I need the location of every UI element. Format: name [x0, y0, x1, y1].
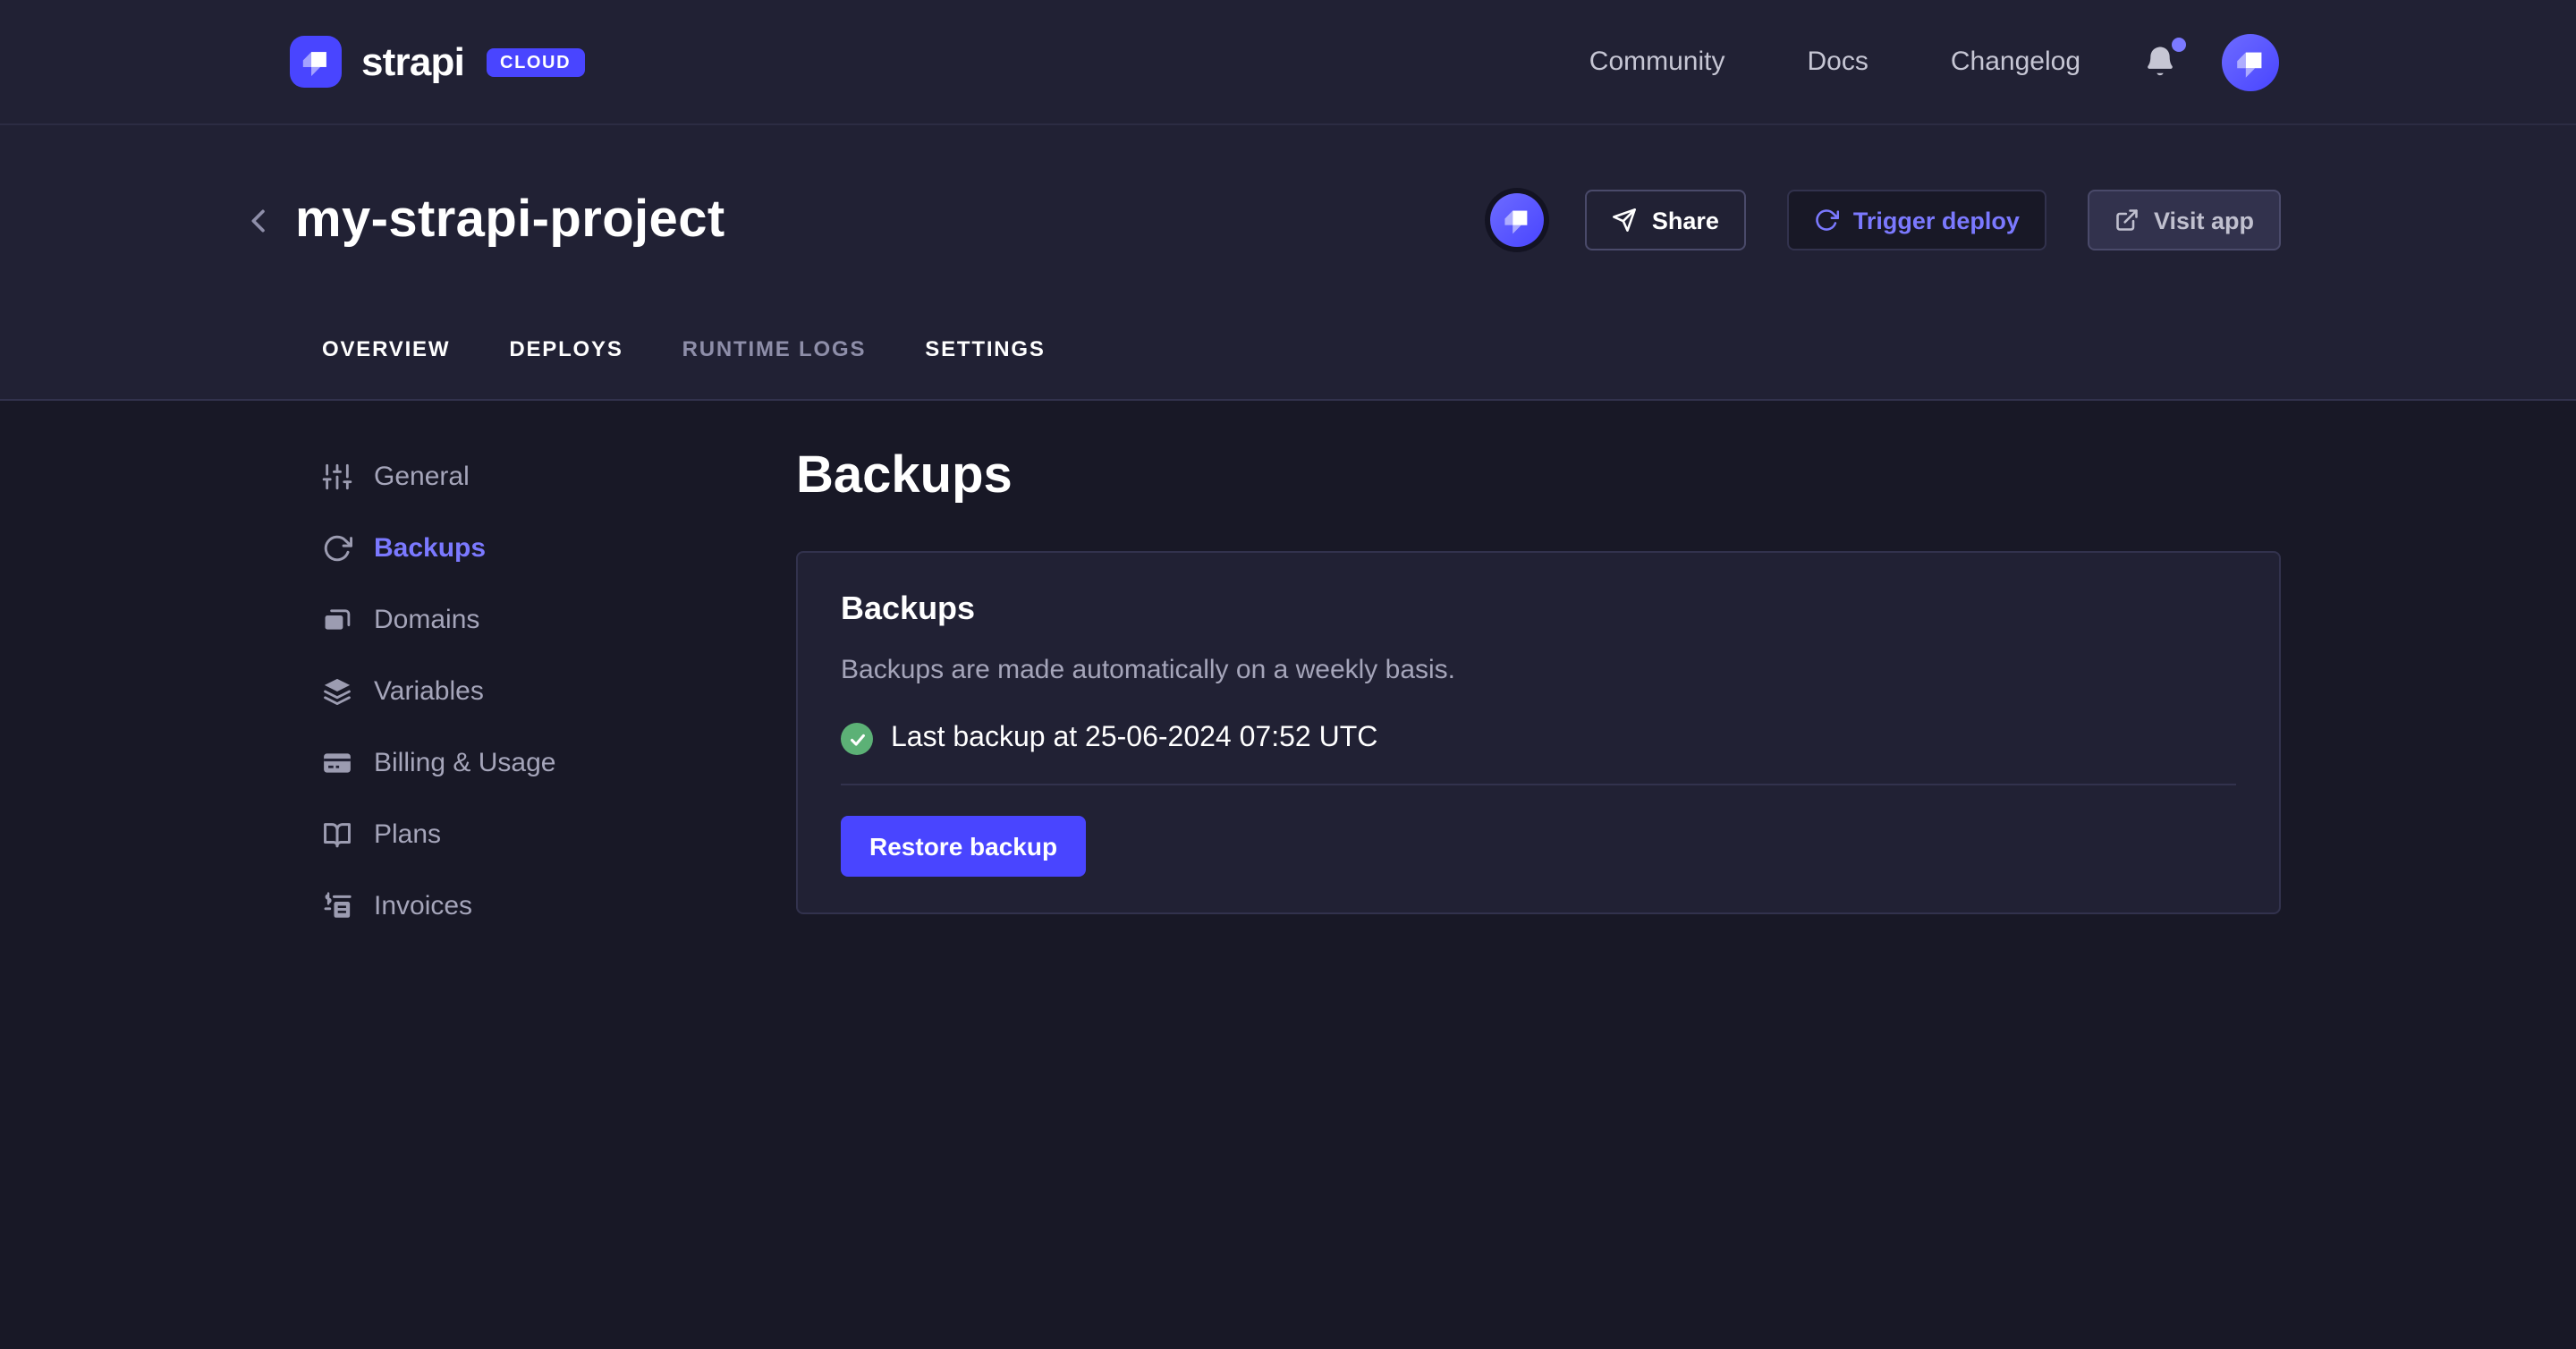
nav-link-changelog[interactable]: Changelog [1951, 47, 2080, 77]
sidebar-item-label: Variables [374, 675, 484, 706]
tab-runtime-logs[interactable]: RUNTIME LOGS [682, 336, 867, 361]
top-nav-links: Community Docs Changelog [1507, 33, 2279, 90]
tab-settings[interactable]: SETTINGS [925, 336, 1045, 361]
strapi-logo-icon [290, 36, 342, 88]
sidebar-item-label: Billing & Usage [374, 747, 555, 777]
project-tabs: OVERVIEW DEPLOYS RUNTIME LOGS SETTINGS [240, 336, 2281, 399]
strapi-project-avatar-icon [1498, 200, 1538, 240]
check-circle-icon [841, 723, 873, 755]
sliders-icon [322, 461, 352, 491]
visit-app-button[interactable]: Visit app [2088, 190, 2281, 250]
external-link-icon [2114, 208, 2140, 233]
last-backup-status: Last backup at 25-06-2024 07:52 UTC [841, 723, 2236, 755]
strapi-avatar-icon [2229, 40, 2272, 83]
sidebar-item-invoices[interactable]: Invoices [322, 884, 796, 927]
last-backup-text: Last backup at 25-06-2024 07:52 UTC [891, 723, 1377, 755]
project-title-row: my-strapi-project Share Trigger deploy [240, 190, 2281, 250]
nav-link-community[interactable]: Community [1589, 47, 1725, 77]
user-avatar[interactable] [2222, 33, 2279, 90]
backups-content: Backups Backups Backups are made automat… [796, 454, 2281, 955]
book-open-icon [322, 819, 352, 849]
share-button-label: Share [1652, 207, 1719, 233]
visit-app-button-label: Visit app [2154, 207, 2254, 233]
settings-sidebar: General Backups Domains Variables Billin… [322, 454, 796, 955]
nav-link-docs[interactable]: Docs [1808, 47, 1868, 77]
share-button[interactable]: Share [1586, 190, 1746, 250]
layers-icon [322, 675, 352, 706]
notifications-button[interactable] [2141, 42, 2181, 81]
backups-card-title: Backups [841, 590, 2236, 628]
windows-icon [322, 604, 352, 634]
sidebar-item-general[interactable]: General [322, 454, 796, 497]
sidebar-item-label: Plans [374, 819, 441, 849]
settings-main: General Backups Domains Variables Billin… [0, 401, 2576, 955]
top-navbar: strapi CLOUD Community Docs Changelog [0, 0, 2576, 125]
project-header: my-strapi-project Share Trigger deploy [0, 125, 2576, 401]
back-button[interactable] [240, 195, 275, 245]
page-title: Backups [796, 447, 2281, 506]
send-icon [1613, 208, 1638, 233]
project-actions: Share Trigger deploy Visit app [1491, 190, 2281, 250]
sidebar-item-backups[interactable]: Backups [322, 526, 796, 569]
trigger-deploy-button[interactable]: Trigger deploy [1787, 190, 2046, 250]
sidebar-item-plans[interactable]: Plans [322, 812, 796, 855]
brand-name: strapi [361, 38, 464, 85]
sidebar-item-domains[interactable]: Domains [322, 598, 796, 641]
notification-dot [2172, 37, 2186, 51]
sidebar-item-label: Backups [374, 532, 486, 563]
sidebar-item-label: General [374, 461, 470, 491]
strapi-cloud-logo[interactable]: strapi CLOUD [290, 36, 585, 88]
sidebar-item-variables[interactable]: Variables [322, 669, 796, 712]
sidebar-item-billing-usage[interactable]: Billing & Usage [322, 741, 796, 784]
tab-deploys[interactable]: DEPLOYS [509, 336, 623, 361]
credit-card-icon [322, 747, 352, 777]
sidebar-item-label: Invoices [374, 890, 472, 921]
tab-overview[interactable]: OVERVIEW [322, 336, 450, 361]
project-avatar[interactable] [1491, 193, 1545, 247]
refresh-icon [322, 532, 352, 563]
backups-card-description: Backups are made automatically on a week… [841, 655, 2236, 685]
invoice-icon [322, 890, 352, 921]
cloud-badge: CLOUD [486, 47, 585, 76]
project-title: my-strapi-project [295, 191, 725, 250]
backups-card: Backups Backups are made automatically o… [796, 551, 2281, 914]
restore-backup-button[interactable]: Restore backup [841, 816, 1086, 877]
chevron-left-icon [242, 205, 273, 235]
trigger-deploy-button-label: Trigger deploy [1853, 207, 2020, 233]
refresh-icon [1814, 208, 1839, 233]
sidebar-item-label: Domains [374, 604, 479, 634]
strapi-cloud-app: strapi CLOUD Community Docs Changelog [0, 0, 2576, 1349]
card-divider [841, 784, 2236, 785]
